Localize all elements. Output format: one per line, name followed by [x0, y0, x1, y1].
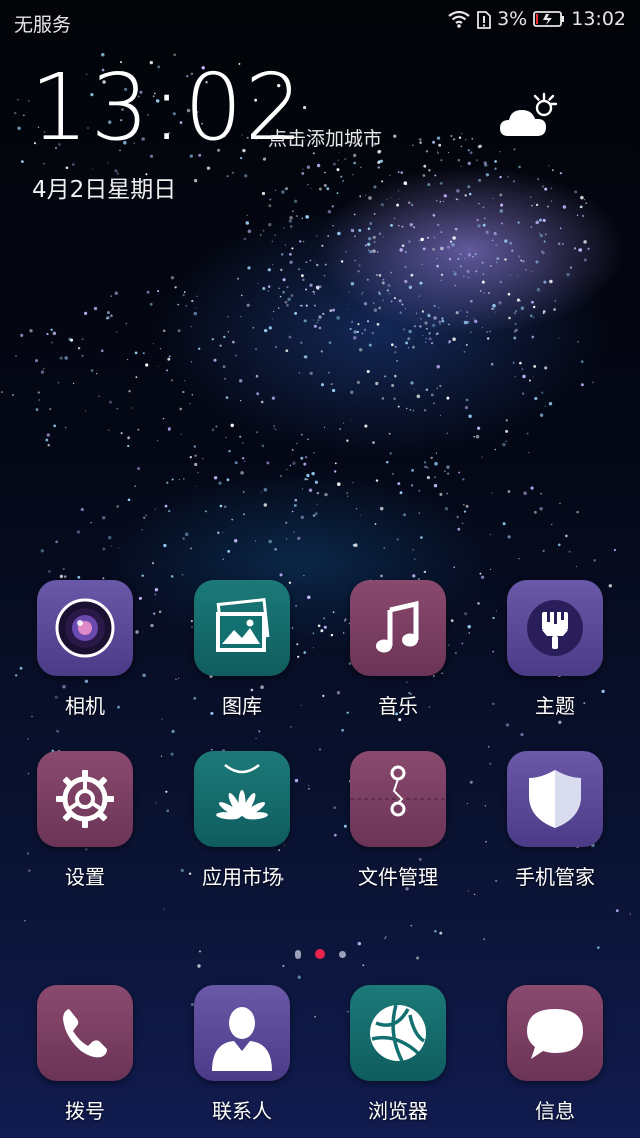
- app-label: 相机: [65, 694, 105, 718]
- app-gallery[interactable]: 图库: [172, 580, 312, 719]
- carrier-label: 无服务: [14, 14, 72, 36]
- app-themes[interactable]: 主题: [485, 580, 625, 719]
- sim-alert-icon: [477, 9, 491, 29]
- app-label: 主题: [535, 694, 575, 718]
- music-app-tile[interactable]: [350, 580, 446, 676]
- camera-app-tile[interactable]: [37, 580, 133, 676]
- status-time: 13:02: [571, 8, 626, 30]
- settings-app-tile[interactable]: [37, 751, 133, 847]
- dock-app-contacts[interactable]: 联系人: [172, 985, 312, 1124]
- dock-app-dialer[interactable]: 拨号: [15, 985, 155, 1124]
- gallery-app-tile[interactable]: [194, 580, 290, 676]
- themes-app-tile[interactable]: [507, 580, 603, 676]
- app-appgallery[interactable]: 应用市场: [172, 751, 312, 890]
- dock-app-browser[interactable]: 浏览器: [328, 985, 468, 1124]
- app-settings[interactable]: 设置: [15, 751, 155, 890]
- phone-manager-app-tile[interactable]: [507, 751, 603, 847]
- message-bubble-icon: [527, 1009, 583, 1059]
- browser-globe-icon: [370, 1004, 426, 1062]
- clock-time[interactable]: 13:02: [30, 58, 305, 158]
- battery-percent: 3%: [497, 8, 528, 30]
- app-camera[interactable]: 相机: [15, 580, 155, 719]
- dock-app-messages[interactable]: 信息: [485, 985, 625, 1124]
- clock-date[interactable]: 4月2日星期日: [32, 170, 176, 204]
- app-label: 手机管家: [515, 865, 595, 889]
- app-file-manager[interactable]: 文件管理: [328, 751, 468, 890]
- page-dot-current[interactable]: [314, 949, 325, 959]
- music-note-icon: [376, 600, 419, 653]
- app-label: 拨号: [65, 1099, 105, 1123]
- app-label: 音乐: [378, 694, 418, 718]
- appgallery-app-tile[interactable]: [194, 751, 290, 847]
- app-phone-manager[interactable]: 手机管家: [485, 751, 625, 890]
- messages-app-tile[interactable]: [507, 985, 603, 1081]
- status-icons: 3% 13:02: [447, 8, 626, 30]
- status-bar: 无服务 3% 13:02: [0, 0, 640, 44]
- gear-icon: [56, 770, 114, 828]
- gallery-icon: [216, 598, 270, 652]
- phone-icon: [63, 1009, 107, 1058]
- file-manager-app-tile[interactable]: [350, 751, 446, 847]
- app-label: 应用市场: [202, 865, 282, 889]
- dialer-app-tile[interactable]: [37, 985, 133, 1081]
- page-dot[interactable]: [338, 950, 346, 958]
- contacts-app-tile[interactable]: [194, 985, 290, 1081]
- browser-app-tile[interactable]: [350, 985, 446, 1081]
- partly-cloudy-icon[interactable]: [498, 90, 562, 144]
- file-folder-icon: [350, 765, 446, 817]
- shield-icon: [529, 770, 581, 828]
- battery-charging-icon: [533, 10, 565, 28]
- theme-brush-icon: [527, 600, 583, 656]
- camera-icon: [55, 598, 115, 658]
- app-label: 文件管理: [358, 865, 438, 889]
- add-city-link[interactable]: 点击添加城市: [268, 124, 382, 151]
- contact-person-icon: [212, 1007, 272, 1071]
- app-label: 浏览器: [368, 1099, 428, 1123]
- app-label: 信息: [535, 1099, 575, 1123]
- app-label: 设置: [65, 865, 105, 889]
- wifi-icon: [447, 9, 471, 29]
- app-music[interactable]: 音乐: [328, 580, 468, 719]
- home-screen: 无服务 3% 13:02 13:02 点击添加城市 4月2日星期日 相机 图库 …: [0, 0, 640, 1138]
- app-label: 联系人: [212, 1099, 272, 1123]
- home-page-dot[interactable]: [294, 949, 301, 959]
- huawei-appgallery-icon: [216, 764, 268, 820]
- page-indicator[interactable]: [0, 949, 640, 959]
- app-label: 图库: [222, 694, 262, 718]
